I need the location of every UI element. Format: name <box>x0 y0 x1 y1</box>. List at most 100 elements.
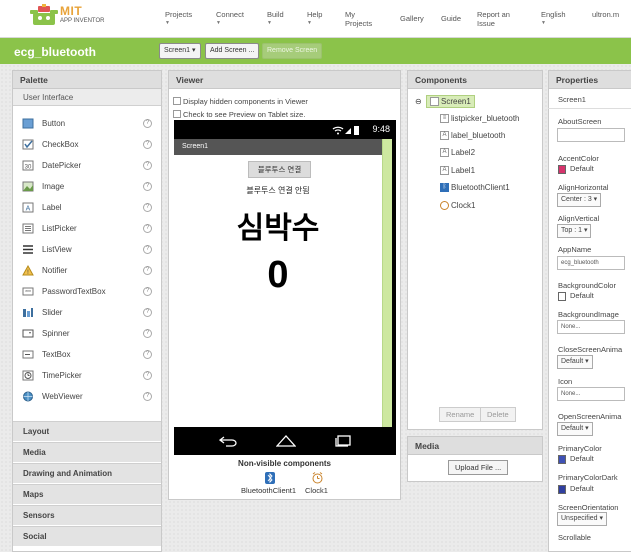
phone-scrollbar[interactable] <box>382 139 392 427</box>
nav-gallery[interactable]: Gallery <box>400 14 424 23</box>
tree-item-label1[interactable]: A Label1 <box>440 166 475 176</box>
nonvisible-clock-label: Clock1 <box>305 486 328 495</box>
screen-select[interactable]: Screen1 ▾ <box>159 43 201 59</box>
remove-screen-button[interactable]: Remove Screen <box>262 43 323 59</box>
background-image-input[interactable]: None... <box>557 320 625 334</box>
tree-collapse-icon[interactable]: ⊖ <box>415 97 422 106</box>
nav-projects[interactable]: Projects ▼ <box>165 10 192 28</box>
nav-guide[interactable]: Guide <box>441 14 461 23</box>
calendar-icon: 30 <box>22 160 34 171</box>
bluetooth-icon[interactable] <box>265 472 275 484</box>
components-title: Components <box>408 71 542 89</box>
nonvisible-title: Non-visible components <box>238 459 331 468</box>
add-screen-button[interactable]: Add Screen ... <box>205 43 260 59</box>
palette-item-datepicker[interactable]: 30 DatePicker ? <box>13 156 161 176</box>
recents-icon[interactable] <box>334 435 352 447</box>
screen-orientation-select[interactable]: Unspecified ▾ <box>557 512 608 526</box>
nav-report-issue[interactable]: Report an Issue <box>477 10 521 28</box>
tree-item-clock1[interactable]: Clock1 <box>440 201 475 211</box>
chevron-down-icon: ▼ <box>267 20 272 26</box>
palette-item-listpicker[interactable]: ListPicker ? <box>13 219 161 239</box>
tree-item-bluetoothclient1[interactable]: ᛒ BluetoothClient1 <box>440 183 510 193</box>
drawer-layout[interactable]: Layout <box>13 421 161 441</box>
tree-item-listpicker[interactable]: ≡ listpicker_bluetooth <box>440 114 519 124</box>
help-icon[interactable]: ? <box>143 392 152 401</box>
help-icon[interactable]: ? <box>143 287 152 296</box>
tree-item-label-bluetooth[interactable]: Alabel_bluetooth <box>440 131 505 141</box>
label-icon: A <box>22 202 34 213</box>
help-icon[interactable]: ? <box>143 371 152 380</box>
about-screen-input[interactable] <box>557 128 625 142</box>
bluetooth-status-label: 블루투스 연결 안됨 <box>246 186 310 195</box>
bluetooth-connect-button[interactable]: 블루투스 연결 <box>248 161 311 178</box>
prop-open-animation: OpenScreenAnima <box>558 412 622 421</box>
palette-item-passwordtextbox[interactable]: *** PasswordTextBox ? <box>13 282 161 302</box>
palette-item-slider[interactable]: Slider ? <box>13 303 161 323</box>
bluetooth-icon: ᛒ <box>440 183 449 193</box>
palette-category[interactable]: User Interface <box>13 89 161 106</box>
close-animation-select[interactable]: Default ▾ <box>557 355 593 369</box>
prop-scrollable: Scrollable <box>558 533 591 542</box>
primary-dark-color-picker[interactable]: Default <box>558 484 594 494</box>
icon-input[interactable]: None... <box>557 387 625 401</box>
nav-my-projects[interactable]: My Projects <box>345 10 383 28</box>
app-name-input[interactable]: ecg_bluetooth <box>557 256 625 270</box>
help-icon[interactable]: ? <box>143 350 152 359</box>
help-icon[interactable]: ? <box>143 245 152 254</box>
listview-icon <box>23 245 33 254</box>
help-icon[interactable]: ? <box>143 119 152 128</box>
clock-icon[interactable] <box>312 472 323 484</box>
help-icon[interactable]: ? <box>143 224 152 233</box>
signal-icon <box>332 126 359 135</box>
delete-button[interactable]: Delete <box>480 407 516 422</box>
palette-item-label[interactable]: A Label ? <box>13 198 161 218</box>
help-icon[interactable]: ? <box>143 161 152 170</box>
align-horizontal-select[interactable]: Center : 3 ▾ <box>557 193 602 207</box>
globe-icon <box>23 391 33 402</box>
primary-color-picker[interactable]: Default <box>558 454 594 464</box>
nav-language[interactable]: English ▼ <box>541 10 566 28</box>
palette-item-checkbox[interactable]: CheckBox ? <box>13 135 161 155</box>
chevron-down-icon: ▼ <box>541 20 546 26</box>
drawer-social[interactable]: Social <box>13 526 161 546</box>
tree-item-label2[interactable]: A Label2 <box>440 148 475 158</box>
drawer-media[interactable]: Media <box>13 442 161 462</box>
palette-item-notifier[interactable]: ! Notifier ? <box>13 261 161 281</box>
help-icon[interactable]: ? <box>143 266 152 275</box>
status-bar: 9:48 <box>174 120 396 139</box>
palette-item-listview[interactable]: ListView ? <box>13 240 161 260</box>
home-icon[interactable] <box>276 434 296 447</box>
palette-item-image[interactable]: Image ? <box>13 177 161 197</box>
upload-file-button[interactable]: Upload File ... <box>448 460 509 475</box>
drawer-drawing-animation[interactable]: Drawing and Animation <box>13 463 161 483</box>
prop-background-image: BackgroundImage <box>558 310 619 319</box>
help-icon[interactable]: ? <box>143 182 152 191</box>
display-hidden-checkbox[interactable] <box>173 97 181 105</box>
help-icon[interactable]: ? <box>143 203 152 212</box>
back-icon[interactable] <box>219 435 237 447</box>
align-vertical-select[interactable]: Top : 1 ▾ <box>557 224 592 238</box>
background-color-picker[interactable]: Default <box>558 291 594 301</box>
nav-connect[interactable]: Connect ▼ <box>216 10 244 28</box>
app-inventor-logo-icon <box>30 4 58 25</box>
help-icon[interactable]: ? <box>143 140 152 149</box>
palette-item-textbox[interactable]: TextBox ? <box>13 345 161 365</box>
media-panel: Media <box>407 436 543 482</box>
palette-item-spinner[interactable]: Spinner ? <box>13 324 161 344</box>
tree-item-screen1[interactable]: Screen1 <box>426 95 475 109</box>
help-icon[interactable]: ? <box>143 308 152 317</box>
rename-button[interactable]: Rename <box>439 407 482 422</box>
accent-color-picker[interactable]: Default <box>558 164 594 174</box>
nav-help[interactable]: Help ▼ <box>307 10 322 28</box>
palette-item-webviewer[interactable]: WebViewer ? <box>13 387 161 407</box>
heart-rate-value: 0 <box>267 254 289 296</box>
nav-account[interactable]: ultron.m <box>592 10 619 19</box>
palette-item-timepicker[interactable]: TimePicker ? <box>13 366 161 386</box>
help-icon[interactable]: ? <box>143 329 152 338</box>
tablet-preview-checkbox[interactable] <box>173 110 181 118</box>
drawer-maps[interactable]: Maps <box>13 484 161 504</box>
palette-item-button[interactable]: Button ? <box>13 114 161 134</box>
nav-build[interactable]: Build ▼ <box>267 10 284 28</box>
open-animation-select[interactable]: Default ▾ <box>557 422 593 436</box>
drawer-sensors[interactable]: Sensors <box>13 505 161 525</box>
